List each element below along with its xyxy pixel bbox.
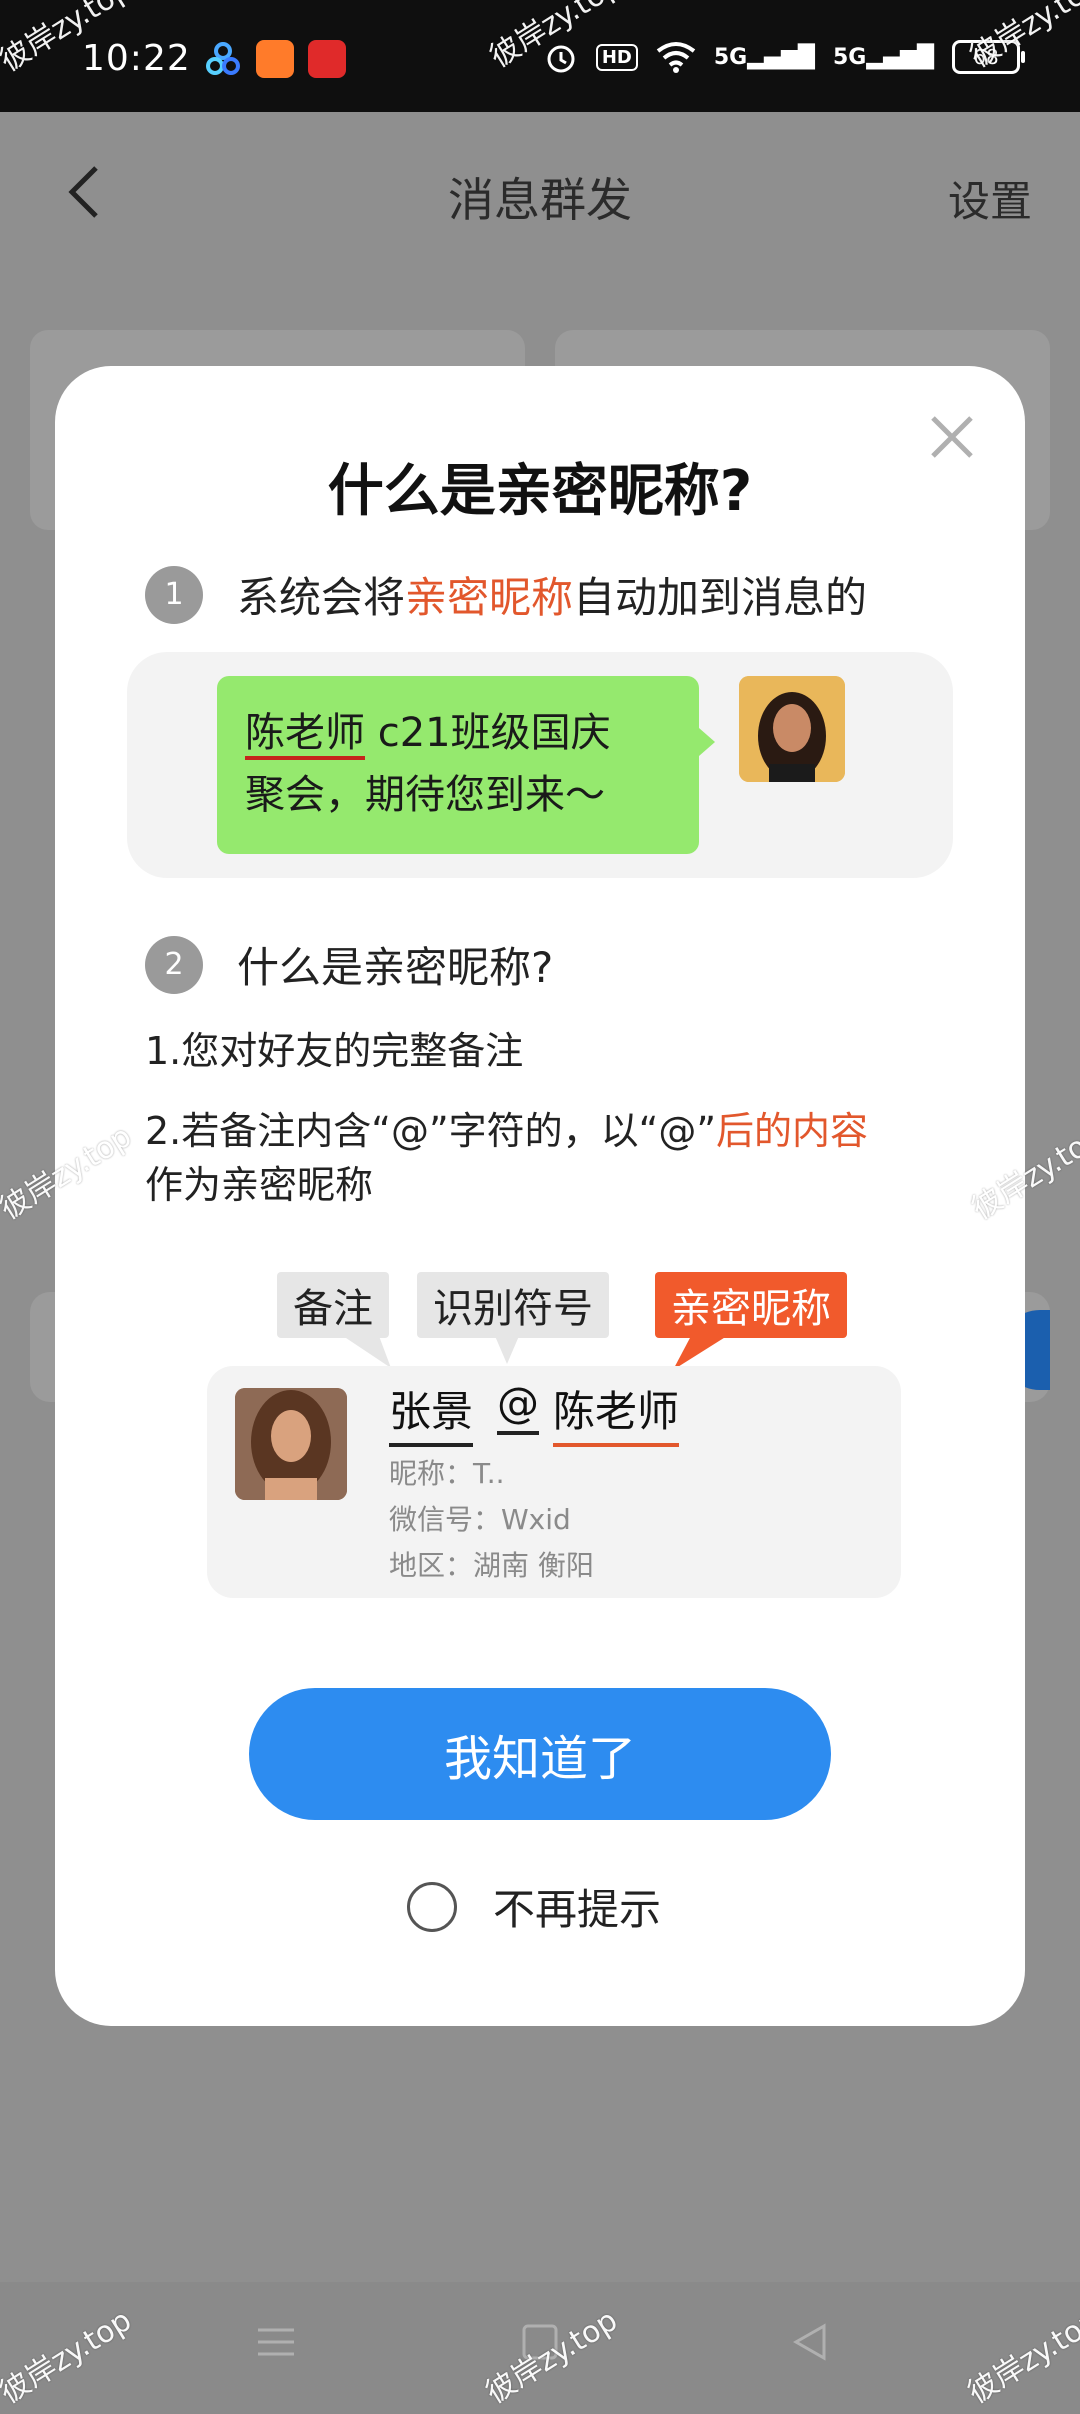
nickname-help-dialog: 什么是亲密昵称? 1 系统会将亲密昵称自动加到消息的 陈老师 c21班级国庆 聚… — [55, 366, 1025, 2026]
back-triangle-icon[interactable] — [790, 2322, 830, 2362]
app-header: 消息群发 设置 — [0, 112, 1080, 272]
tag-nickname: 亲密昵称 — [655, 1272, 847, 1338]
contact-nickname-line: 昵称：T.. — [389, 1457, 505, 1490]
app-icon-3 — [308, 40, 346, 78]
signal-1: 5G▂▄▆█ — [713, 44, 815, 70]
signal-2: 5G▂▄▆█ — [832, 44, 934, 70]
app-icon-1 — [204, 40, 242, 78]
step-2: 2 什么是亲密昵称? — [145, 934, 553, 995]
signal-2-label: 5G — [832, 44, 867, 70]
tag-remark: 备注 — [277, 1272, 389, 1338]
bubble-nickname: 陈老师 — [245, 710, 365, 760]
contact-at-symbol: @ — [497, 1378, 539, 1435]
bubble-message-rest: c21班级国庆 — [365, 710, 611, 756]
got-it-button[interactable]: 我知道了 — [249, 1688, 831, 1820]
step-1-highlight: 亲密昵称 — [405, 573, 574, 622]
wifi-icon — [656, 42, 696, 73]
contact-remark-name: 张景 — [389, 1378, 474, 1447]
app-icon-2 — [256, 40, 294, 78]
bubble-message-line2: 聚会，期待您到来～ — [245, 772, 605, 818]
no-remind-label: 不再提示 — [493, 1885, 662, 1934]
description-2-after: 作为亲密昵称 — [145, 1163, 374, 1207]
settings-button[interactable]: 设置 — [948, 168, 1032, 229]
page-title: 消息群发 — [448, 173, 632, 227]
hd-badge: HD — [595, 43, 638, 71]
dialog-title: 什么是亲密昵称? — [327, 459, 753, 524]
contact-profile-card: 张景 @ 陈老师 昵称：T.. 微信号：Wxid 地区：湖南 衡阳 — [207, 1366, 901, 1598]
contact-nickname: 陈老师 — [553, 1378, 680, 1447]
description-1: 1.您对好友的完整备注 — [145, 1029, 524, 1073]
description-2: 2.若备注内含“@”字符的，以“@”后的内容作为亲密昵称 — [145, 1104, 945, 1212]
contact-region-line: 地区：湖南 衡阳 — [389, 1549, 594, 1582]
description-2-before: 2.若备注内含“@”字符的，以“@” — [145, 1109, 717, 1153]
contact-wechat-line: 微信号：Wxid — [389, 1503, 571, 1536]
no-remind-radio[interactable] — [407, 1881, 457, 1932]
step-number-2: 2 — [145, 935, 203, 994]
sender-avatar — [739, 676, 845, 782]
tag-remark-pointer — [343, 1336, 391, 1368]
step-1-text-after: 自动加到消息的 — [573, 573, 868, 622]
status-time: 10:22 — [82, 38, 191, 79]
notification-icons — [204, 40, 346, 78]
chat-bubble: 陈老师 c21班级国庆 聚会，期待您到来～ — [217, 676, 715, 854]
contact-avatar — [235, 1388, 347, 1500]
description-2-highlight: 后的内容 — [716, 1109, 869, 1153]
step-2-text: 什么是亲密昵称? — [237, 943, 554, 992]
step-1: 1 系统会将亲密昵称自动加到消息的 — [145, 564, 867, 625]
step-1-text: 系统会将亲密昵称自动加到消息的 — [237, 564, 867, 625]
step-number-1: 1 — [145, 565, 203, 624]
status-indicators: HD 5G▂▄▆█ 5G▂▄▆█ 68 — [544, 40, 1025, 74]
tag-symbol: 识别符号 — [417, 1272, 609, 1338]
example-message-box: 陈老师 c21班级国庆 聚会，期待您到来～ — [127, 652, 953, 878]
signal-1-label: 5G — [713, 44, 748, 70]
menu-icon[interactable] — [256, 2322, 296, 2362]
step-1-text-before: 系统会将 — [237, 573, 406, 622]
no-remind-option[interactable]: 不再提示 — [407, 1876, 661, 1937]
tag-symbol-pointer — [495, 1336, 519, 1364]
